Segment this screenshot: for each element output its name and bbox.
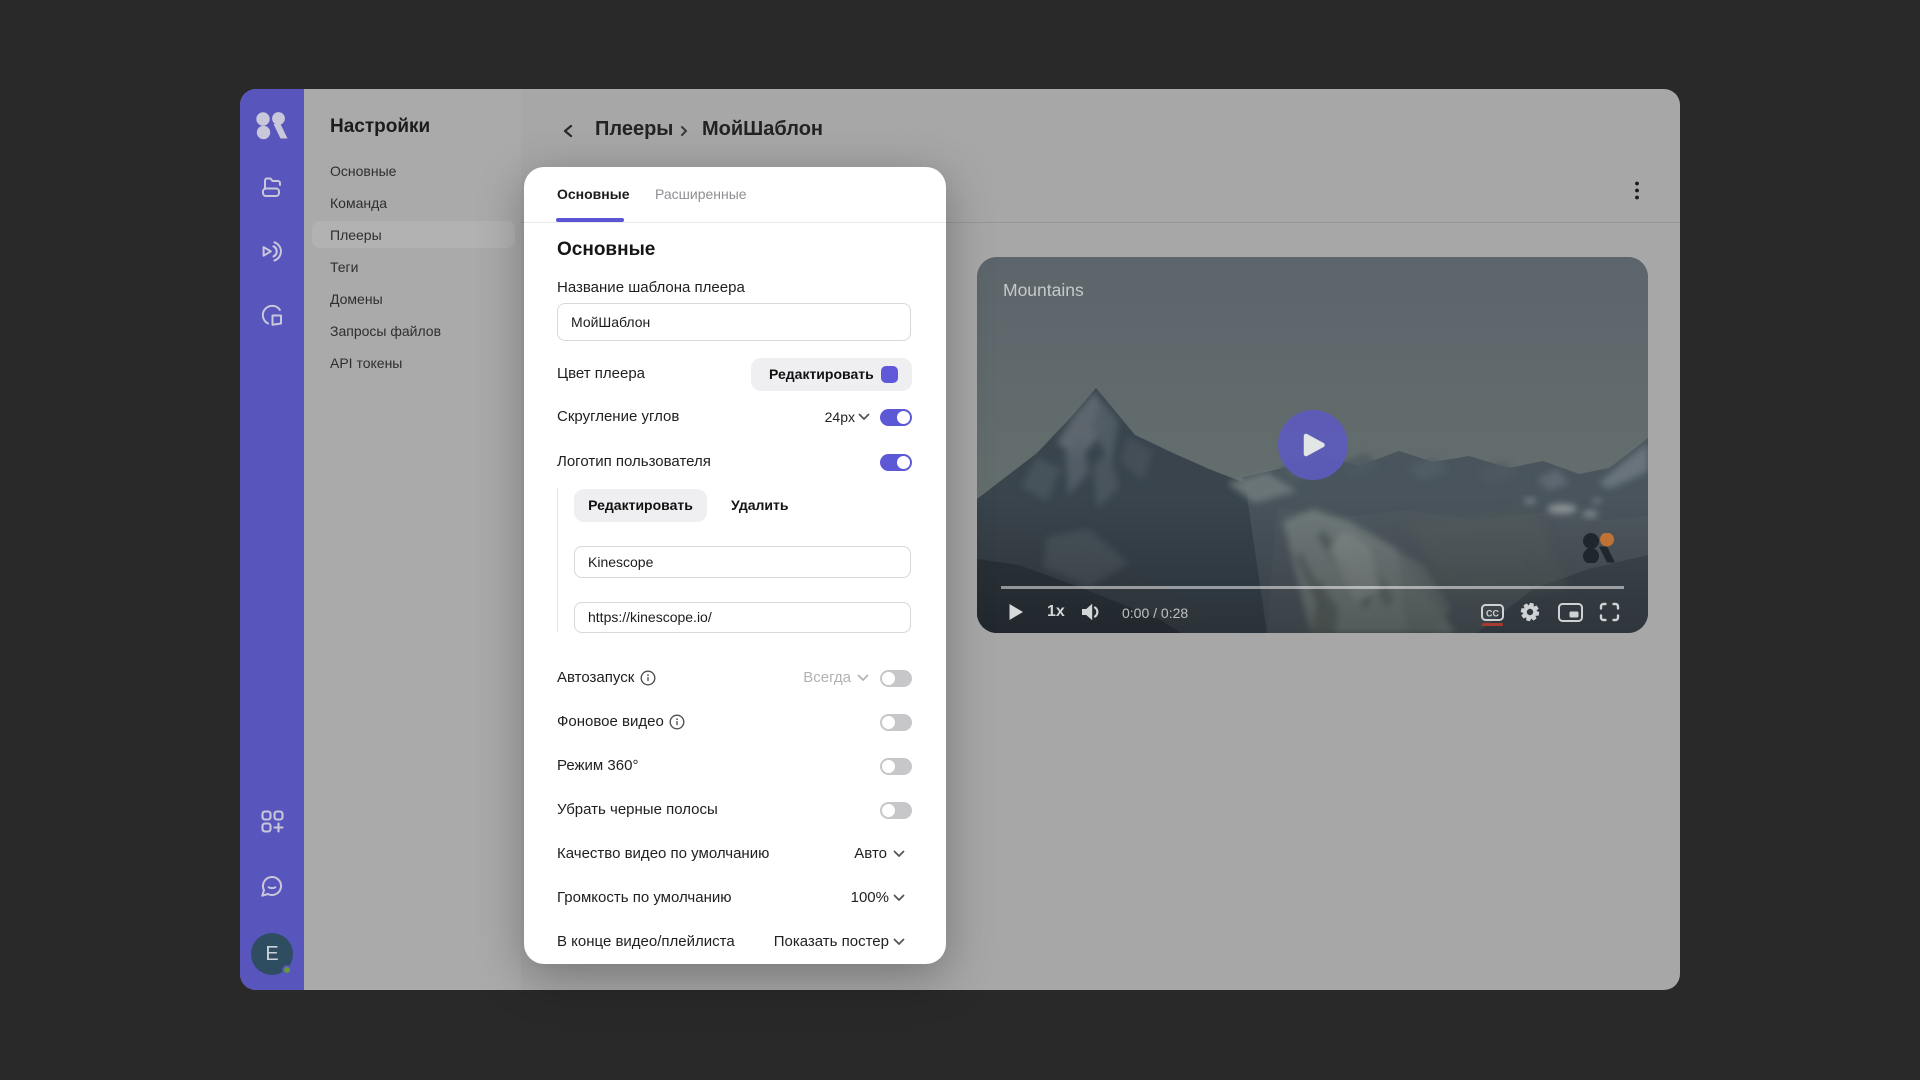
- svg-text:CC: CC: [1486, 609, 1499, 619]
